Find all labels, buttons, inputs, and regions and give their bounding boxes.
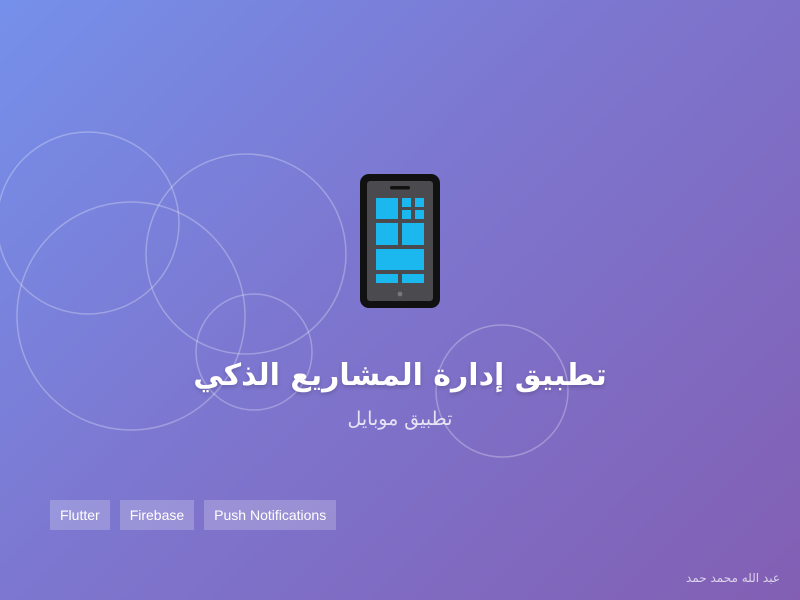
tag-firebase: Firebase: [119, 500, 195, 530]
tag-push-notifications: Push Notifications: [204, 500, 337, 530]
decorative-circle: [145, 153, 347, 355]
author-name: عبد الله محمد حمد: [686, 571, 780, 585]
slide-background: تطبيق إدارة المشاريع الذكي تطبيق موبايل …: [0, 0, 800, 600]
tech-tags: Flutter Firebase Push Notifications: [50, 500, 337, 530]
page-title: تطبيق إدارة المشاريع الذكي: [193, 358, 607, 393]
tag-flutter: Flutter: [50, 500, 110, 530]
page-subtitle: تطبيق موبايل: [347, 408, 453, 430]
smartphone-icon: [360, 174, 440, 308]
